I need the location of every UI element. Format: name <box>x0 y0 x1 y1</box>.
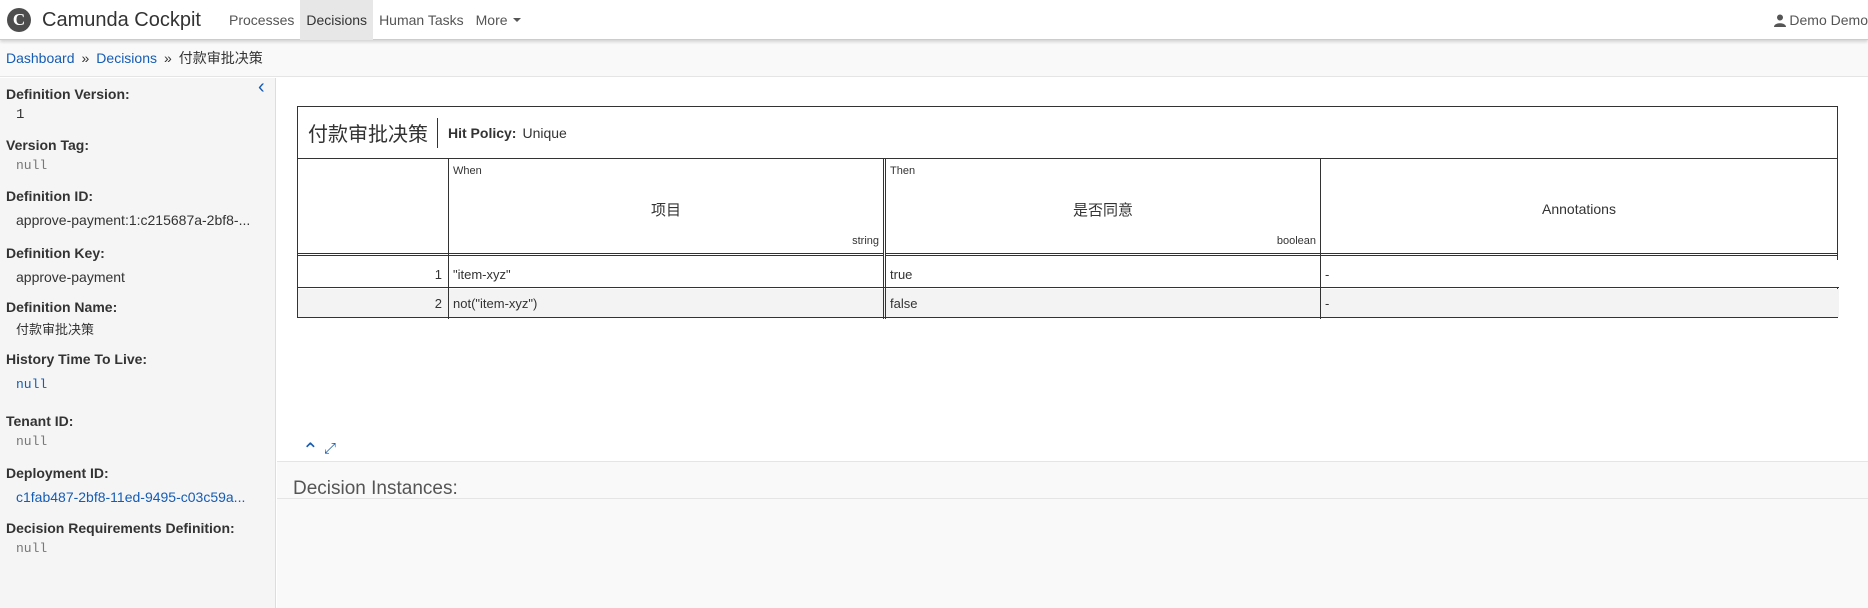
input-kind: When <box>453 165 482 177</box>
output-kind: Then <box>890 165 916 177</box>
user-menu[interactable]: Demo Demo <box>1774 0 1868 40</box>
field-label: History Time To Live: <box>6 351 148 367</box>
breadcrumb: Dashboard » Decisions » 付款审批决策 <box>0 40 1868 77</box>
field-drd: Decision Requirements Definition: null <box>6 520 235 556</box>
rule-input-cell[interactable]: not("item-xyz") <box>449 289 886 317</box>
user-icon <box>1774 14 1787 27</box>
field-label: Definition ID: <box>6 188 94 204</box>
field-label: Tenant ID: <box>6 413 74 429</box>
field-label: Definition Version: <box>6 86 130 102</box>
nav-item-processes[interactable]: Processes <box>223 0 300 40</box>
hit-policy-label: Hit Policy: <box>448 124 517 141</box>
rule-annotation-cell[interactable]: - <box>1321 289 1837 317</box>
breadcrumb-current: 付款审批决策 <box>178 50 263 66</box>
app-title: Camunda Cockpit <box>42 8 201 31</box>
field-value: 付款审批决策 <box>16 322 95 337</box>
brand[interactable]: C Camunda Cockpit <box>7 8 201 32</box>
field-definition-id: Definition ID: approve-payment:1:c215687… <box>6 188 250 228</box>
field-label: Definition Key: <box>6 245 105 261</box>
collapse-sidebar-icon[interactable]: ‹ <box>258 76 265 99</box>
field-tenant-id: Tenant ID: null <box>6 413 74 449</box>
field-version-tag: Version Tag: null <box>6 137 89 173</box>
top-navbar: C Camunda Cockpit Processes Decisions Hu… <box>0 0 1868 40</box>
decision-name: 付款审批决策 <box>298 117 438 148</box>
rule-output-cell[interactable]: false <box>886 289 1321 317</box>
breadcrumb-separator: » <box>164 50 172 66</box>
decision-table-header: 付款审批决策 Hit Policy: Unique <box>298 107 1837 159</box>
breadcrumb-separator: » <box>81 50 90 66</box>
input-header: When 项目 string <box>449 159 883 256</box>
field-value: approve-payment <box>16 269 125 285</box>
nav-item-decisions[interactable]: Decisions <box>300 0 374 40</box>
field-label: Definition Name: <box>6 299 118 315</box>
field-value: 1 <box>16 107 25 123</box>
deployment-id-link[interactable]: c1fab487-2bf8-11ed-9495-c03c59a... <box>16 489 245 505</box>
field-value: null <box>16 158 48 173</box>
breadcrumb-dashboard[interactable]: Dashboard <box>6 50 75 66</box>
output-title: 是否同意 <box>1072 202 1133 219</box>
rule-number: 1 <box>298 260 449 288</box>
field-definition-key: Definition Key: approve-payment <box>6 245 125 285</box>
rule-input-cell[interactable]: "item-xyz" <box>449 260 886 288</box>
output-header: Then 是否同意 boolean <box>886 159 1320 256</box>
input-title: 项目 <box>650 202 681 219</box>
decision-instances-title: Decision Instances: <box>293 478 458 499</box>
decision-table: 付款审批决策 Hit Policy: Unique When 项目 string… <box>297 106 1839 319</box>
user-name: Demo Demo <box>1789 12 1868 28</box>
output-type: boolean <box>1276 235 1316 247</box>
camunda-logo-icon: C <box>7 8 31 32</box>
rule-number-header <box>298 159 448 256</box>
rule-row: 2 not("item-xyz") false - <box>298 289 1839 317</box>
field-label: Version Tag: <box>6 137 89 153</box>
breadcrumb-decisions[interactable]: Decisions <box>96 50 157 66</box>
field-deployment-id: Deployment ID: c1fab487-2bf8-11ed-9495-c… <box>6 465 245 505</box>
decision-instances-section: Decision Instances: <box>277 461 1868 608</box>
nav-item-human-tasks[interactable]: Human Tasks <box>373 0 470 40</box>
field-value: null <box>16 541 48 556</box>
field-definition-name: Definition Name: 付款审批决策 <box>6 299 118 337</box>
nav-item-more[interactable]: More <box>470 0 527 40</box>
chevron-down-icon <box>512 18 521 22</box>
expand-icon[interactable]: ⤢ <box>324 440 336 457</box>
annotations-header: Annotations <box>1321 159 1837 256</box>
rule-row: 1 "item-xyz" true - <box>298 260 1839 288</box>
field-history-ttl: History Time To Live: null <box>6 351 148 392</box>
rule-output-cell[interactable]: true <box>886 260 1321 288</box>
section-divider <box>277 498 1868 499</box>
hit-policy-value: Unique <box>522 124 567 141</box>
field-label: Decision Requirements Definition: <box>6 520 235 536</box>
collapse-up-icon[interactable]: ⌃ <box>302 438 319 463</box>
field-label: Deployment ID: <box>6 465 109 481</box>
annotations-title: Annotations <box>1542 201 1616 217</box>
main-nav: Processes Decisions Human Tasks More <box>223 0 527 40</box>
field-value: approve-payment:1:c215687a-2bf8-... <box>16 212 251 228</box>
main-content: 付款审批决策 Hit Policy: Unique When 项目 string… <box>277 78 1868 608</box>
rule-number: 2 <box>298 289 449 317</box>
nav-more-label: More <box>475 12 508 28</box>
field-definition-version: Definition Version: 1 <box>6 86 130 123</box>
history-ttl-link[interactable]: null <box>16 377 47 392</box>
field-value: null <box>16 434 48 449</box>
rule-annotation-cell[interactable]: - <box>1321 260 1837 288</box>
definition-sidebar: ‹ Definition Version: 1 Version Tag: nul… <box>0 76 276 608</box>
input-type: string <box>852 235 879 247</box>
